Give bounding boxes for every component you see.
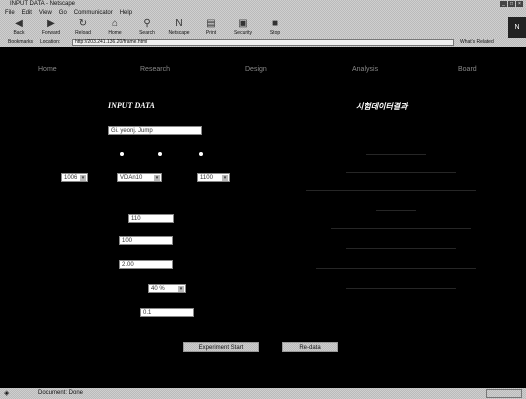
re-data-button[interactable]: Re-data <box>282 342 338 352</box>
navigation-toolbar: ◀ Back ▶ Forward ↻ Reload ⌂ Home ⚲ Search N Ne… <box>0 17 526 38</box>
input-field-d[interactable]: 0.1 <box>140 308 194 317</box>
select-1[interactable]: 1006 ▾ <box>61 173 88 182</box>
maximize-button[interactable]: □ <box>508 1 515 7</box>
bookmarks-button[interactable]: Bookmarks <box>8 38 33 47</box>
stop-button[interactable]: ■ Stop <box>260 18 290 37</box>
close-button[interactable]: × <box>516 1 523 7</box>
lock-icon: ▣ <box>238 18 248 29</box>
nav-board[interactable]: Board <box>458 66 477 73</box>
location-label: Location: <box>40 39 61 45</box>
menu-help[interactable]: Help <box>120 9 132 17</box>
url-input[interactable]: http://203.241.136.20/frame.html <box>72 39 454 46</box>
status-icon: ◈ <box>4 390 10 397</box>
window-controls: _ □ × <box>500 1 523 7</box>
security-button[interactable]: ▣ Security <box>228 18 258 37</box>
radio-option-1[interactable] <box>120 152 124 156</box>
back-arrow-icon: ◀ <box>15 18 23 29</box>
chevron-down-icon: ▾ <box>222 175 228 181</box>
menu-file[interactable]: File <box>5 9 15 17</box>
name-input[interactable]: Gi. yeonj. Jump <box>108 126 202 135</box>
reload-icon: ↻ <box>78 18 88 29</box>
experiment-start-button[interactable]: Experiment Start <box>183 342 259 352</box>
input-data-heading: INPUT DATA <box>108 101 155 110</box>
percent-select[interactable]: 40 % ▾ <box>148 284 186 293</box>
chevron-down-icon: ▾ <box>80 175 86 181</box>
search-icon: ⚲ <box>143 18 151 29</box>
print-icon: ▤ <box>206 18 216 29</box>
input-field-c[interactable]: 2.00 <box>119 260 173 269</box>
netscape-button[interactable]: N Netscape <box>164 18 194 37</box>
stop-icon: ■ <box>271 18 279 29</box>
nav-analysis[interactable]: Analysis <box>352 66 378 73</box>
forward-button[interactable]: ▶ Forward <box>36 18 66 37</box>
select-2[interactable]: VDAn10 ▾ <box>117 173 162 182</box>
status-bar: ◈ Document: Done <box>0 388 526 399</box>
nav-home[interactable]: Home <box>38 66 57 73</box>
netscape-logo: N <box>508 17 526 38</box>
minimize-button[interactable]: _ <box>500 1 507 7</box>
print-button[interactable]: ▤ Print <box>196 18 226 37</box>
search-button[interactable]: ⚲ Search <box>132 18 162 37</box>
nav-research[interactable]: Research <box>140 66 170 73</box>
menu-go[interactable]: Go <box>59 9 67 17</box>
select-3[interactable]: 1100 ▾ <box>197 173 230 182</box>
menu-communicator[interactable]: Communicator <box>74 9 113 17</box>
location-bar: Bookmarks Location: http://203.241.136.2… <box>0 38 526 47</box>
home-button[interactable]: ⌂ Home <box>100 18 130 37</box>
back-button[interactable]: ◀ Back <box>4 18 34 37</box>
chevron-down-icon: ▾ <box>154 175 160 181</box>
reload-button[interactable]: ↻ Reload <box>68 18 98 37</box>
home-icon: ⌂ <box>111 18 119 29</box>
menu-bar: File Edit View Go Communicator Help <box>0 9 526 17</box>
window-title: INPUT DATA - Netscape <box>10 1 76 7</box>
chevron-down-icon: ▾ <box>178 286 184 292</box>
title-bar: INPUT DATA - Netscape _ □ × <box>0 0 526 9</box>
menu-edit[interactable]: Edit <box>22 9 32 17</box>
input-field-a[interactable]: 110 <box>128 214 174 223</box>
page-nav: Home Research Design Analysis Board <box>0 66 526 76</box>
input-field-b[interactable]: 100 <box>119 236 173 245</box>
status-text: Document: Done <box>38 390 84 396</box>
radio-option-2[interactable] <box>158 152 162 156</box>
menu-view[interactable]: View <box>39 9 52 17</box>
whats-related-button[interactable]: What's Related <box>460 38 494 47</box>
results-heading: 시험데이터결과 <box>356 102 408 111</box>
netscape-icon: N <box>175 18 183 29</box>
security-zone <box>486 389 522 398</box>
forward-arrow-icon: ▶ <box>47 18 55 29</box>
nav-design[interactable]: Design <box>245 66 267 73</box>
radio-option-3[interactable] <box>199 152 203 156</box>
